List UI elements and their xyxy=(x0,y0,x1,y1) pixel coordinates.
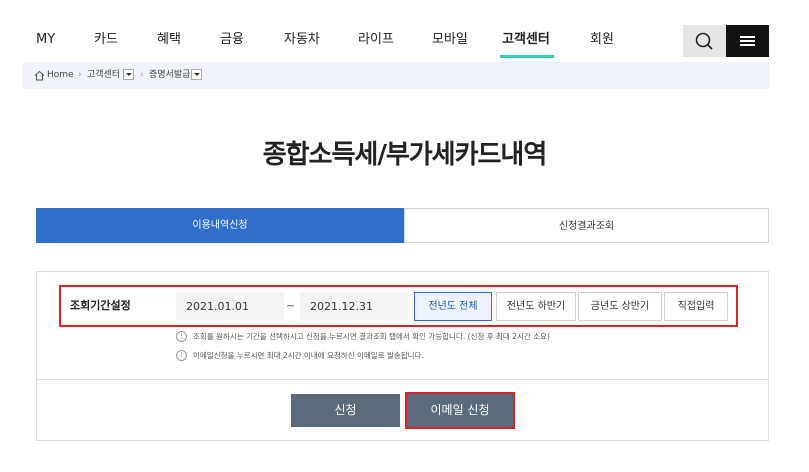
end-date-field[interactable] xyxy=(300,292,408,321)
search-button[interactable] xyxy=(683,25,726,57)
breadcrumb-level2[interactable]: 증명서발급 xyxy=(149,69,190,82)
date-separator: ~ xyxy=(286,299,296,312)
period-option-last-year-full[interactable]: 전년도 전체 xyxy=(414,292,492,321)
menu-button[interactable] xyxy=(726,25,769,57)
breadcrumb: Home › 고객센터 › 증명서발급 xyxy=(23,62,769,89)
breadcrumb-level1-dropdown[interactable] xyxy=(123,69,134,80)
email-apply-button[interactable]: 이메일 신청 xyxy=(405,392,515,429)
breadcrumb-level1[interactable]: 고객센터 xyxy=(87,69,120,82)
info-icon: ! xyxy=(176,331,187,342)
hamburger-menu-icon xyxy=(740,44,755,46)
nav-item-life[interactable]: 라이프 xyxy=(358,32,394,48)
period-option-last-year-second-half[interactable]: 전년도 하반기 xyxy=(496,292,576,321)
notice-text-1: 조회를 원하시는 기간을 선택하시고 신청을 누르시면 결과조회 탭에서 확인 … xyxy=(193,332,550,341)
breadcrumb-level2-dropdown[interactable] xyxy=(191,69,202,80)
page-title: 종합소득세/부가세카드내역 xyxy=(262,140,548,170)
period-option-manual-input[interactable]: 직접입력 xyxy=(664,292,728,321)
tab-request-result[interactable]: 신청결과조회 xyxy=(404,208,769,243)
nav-item-member[interactable]: 회원 xyxy=(590,32,614,48)
home-icon[interactable] xyxy=(34,70,45,81)
tab-usage-request[interactable]: 이용내역신청 xyxy=(36,208,404,243)
apply-button[interactable]: 신청 xyxy=(291,394,400,427)
search-icon xyxy=(695,32,713,50)
nav-item-customer-center[interactable]: 고객센터 xyxy=(502,32,550,48)
form-divider xyxy=(36,379,769,380)
hamburger-menu-icon xyxy=(740,36,755,38)
period-option-this-year-first-half[interactable]: 금년도 상반기 xyxy=(578,292,662,321)
period-label: 조회기간설정 xyxy=(70,299,131,312)
hamburger-menu-icon xyxy=(740,40,755,42)
info-icon: ! xyxy=(176,350,187,361)
nav-item-card[interactable]: 카드 xyxy=(94,32,118,48)
breadcrumb-home[interactable]: Home xyxy=(47,69,74,82)
notice-text-2: 이메일신청을 누르시면 최대 2시간 이내에 요청하신 이메일로 발송됩니다. xyxy=(193,351,424,360)
nav-item-car[interactable]: 자동차 xyxy=(284,32,320,48)
nav-item-benefit[interactable]: 혜택 xyxy=(157,32,181,48)
nav-item-mobile[interactable]: 모바일 xyxy=(432,32,468,48)
nav-item-finance[interactable]: 금융 xyxy=(220,32,244,48)
nav-item-my[interactable]: MY xyxy=(36,32,55,48)
global-nav: MY 카드 혜택 금융 자동차 라이프 모바일 고객센터 회원 xyxy=(0,0,809,62)
chevron-right-icon: › xyxy=(140,70,144,80)
nav-active-indicator xyxy=(500,55,554,58)
chevron-right-icon: › xyxy=(78,70,82,80)
start-date-field[interactable] xyxy=(176,292,284,321)
